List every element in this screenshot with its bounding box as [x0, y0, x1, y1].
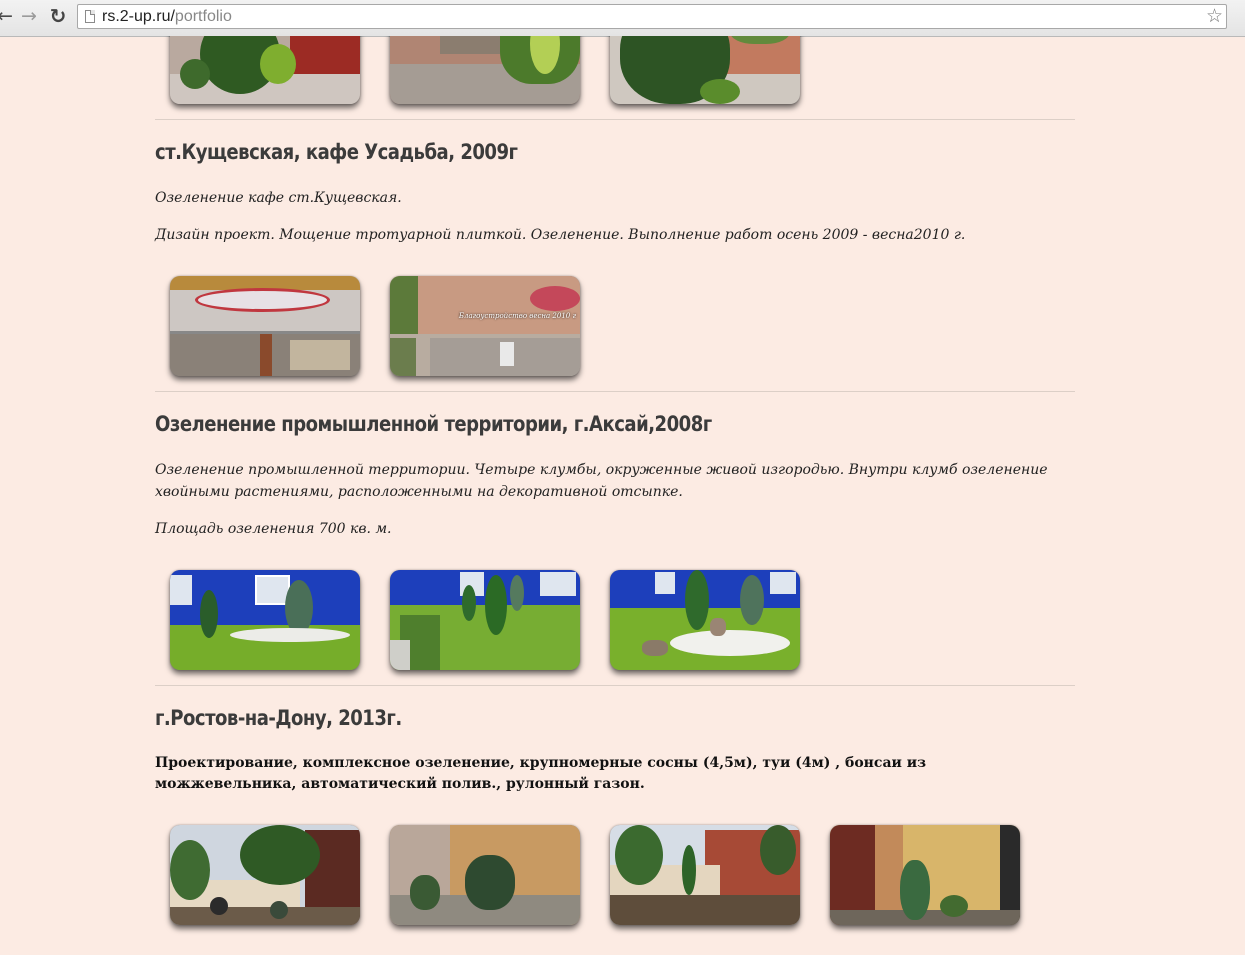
section-title-rostov: г.Ростов-на-Дону, 2013г. — [155, 706, 402, 730]
section-paragraph: Площадь озеленения 700 кв. м. — [155, 521, 392, 537]
photo-thumbnail[interactable] — [170, 825, 360, 925]
section-divider — [155, 391, 1075, 392]
url-path: portfolio — [174, 8, 232, 25]
section-divider — [155, 685, 1075, 686]
section-paragraph: Озеленение кафе ст.Кущевская. — [155, 190, 402, 206]
url-host: rs.2-up.ru/ — [102, 8, 175, 25]
photo-thumbnail[interactable] — [170, 570, 360, 670]
photo-thumbnail[interactable] — [610, 825, 800, 925]
photo-thumbnail[interactable] — [390, 36, 580, 104]
photo-thumbnail[interactable] — [390, 825, 580, 925]
bookmark-star-icon[interactable]: ☆ — [1206, 5, 1223, 28]
reload-icon[interactable]: ↻ — [47, 4, 69, 28]
page-icon — [85, 10, 95, 23]
section-title-aksai: Озеленение промышленной территории, г.Ак… — [155, 412, 712, 436]
page-content: ст.Кущевская, кафе Усадьба, 2009г Озелен… — [0, 36, 1245, 955]
photo-thumbnail[interactable] — [830, 825, 1020, 925]
section-paragraph: Озеленение промышленной территории. Четы… — [155, 462, 1048, 500]
photo-caption: Благоустройство весна 2010 г — [458, 312, 576, 320]
url-text[interactable]: rs.2-up.ru/portfolio — [102, 5, 232, 28]
photo-thumbnail[interactable] — [170, 276, 360, 376]
photo-thumbnail[interactable] — [170, 36, 360, 104]
section-paragraph: Проектирование, комплексное озеленение, … — [155, 755, 927, 792]
forward-arrow-icon[interactable]: → — [18, 4, 40, 28]
photo-thumbnail[interactable] — [610, 570, 800, 670]
address-bar[interactable]: rs.2-up.ru/portfolio ☆ — [77, 4, 1227, 29]
photo-thumbnail[interactable]: Благоустройство весна 2010 г — [390, 276, 580, 376]
photo-thumbnail[interactable] — [610, 36, 800, 104]
back-arrow-icon[interactable]: ← — [0, 4, 16, 28]
section-paragraph: Дизайн проект. Мощение тротуарной плитко… — [155, 227, 966, 243]
photo-thumbnail[interactable] — [390, 570, 580, 670]
section-divider — [155, 119, 1075, 120]
section-title-kushchevskaya: ст.Кущевская, кафе Усадьба, 2009г — [155, 140, 518, 164]
browser-toolbar: ← → ↻ rs.2-up.ru/portfolio ☆ — [0, 0, 1245, 37]
